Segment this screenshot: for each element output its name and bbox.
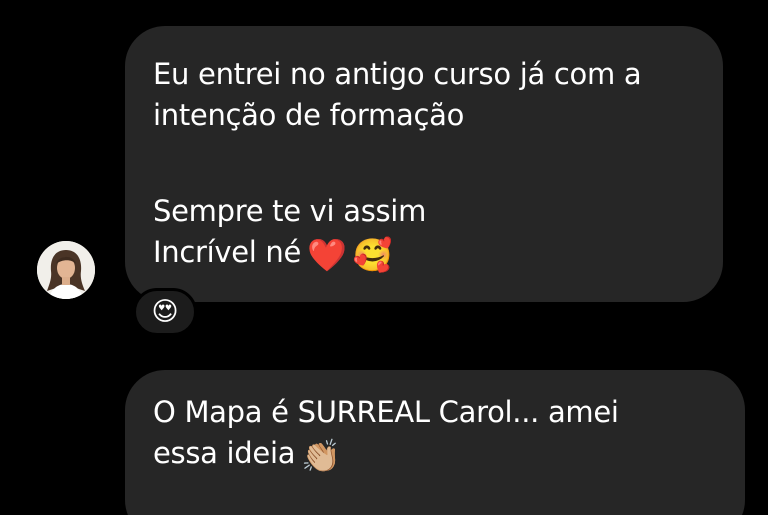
message-line: O Mapa é SURREAL Carol... amei — [153, 395, 619, 429]
heart-eyes-emoji: 😍 — [151, 297, 179, 327]
message-text: essa ideia — [153, 436, 296, 470]
smiling-face-with-hearts-emoji: 🥰 — [352, 236, 393, 274]
reaction-badge[interactable]: 😍 — [133, 288, 197, 336]
clapping-hands-emoji: 👏🏼 — [301, 437, 341, 475]
message-line: essa ideia 👏🏼 — [153, 433, 717, 477]
message-line: Sempre te vi assim — [153, 194, 427, 228]
avatar-image — [37, 241, 95, 299]
message-text: Incrível né — [153, 235, 302, 269]
red-heart-emoji: ❤️ — [307, 236, 347, 274]
message-bubble[interactable]: O Mapa é SURREAL Carol... amei essa idei… — [125, 370, 745, 515]
message-line: intenção de formação — [153, 98, 465, 132]
message-line-break — [153, 136, 695, 191]
avatar[interactable] — [37, 241, 95, 299]
message-bubble[interactable]: Eu entrei no antigo curso já com a inten… — [125, 26, 723, 302]
chat-thread: Eu entrei no antigo curso já com a inten… — [0, 0, 768, 515]
message-line: Incrível né ❤️ 🥰 — [153, 232, 695, 276]
message-line: Eu entrei no antigo curso já com a — [153, 57, 642, 91]
